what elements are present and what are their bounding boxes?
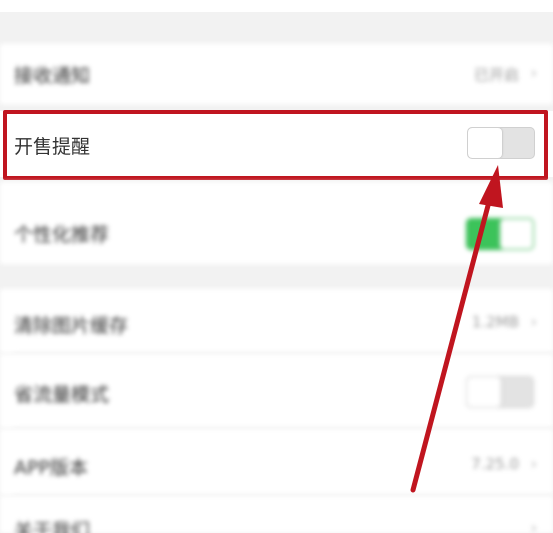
arrow-head-icon xyxy=(479,165,503,208)
settings-screen: 接收通知 已开启 › 开售提醒 个性化推荐 清除图片缓存 1.2MB › 省流量… xyxy=(0,0,553,533)
annotation-arrow xyxy=(410,165,503,493)
arrow-shaft xyxy=(410,195,493,493)
